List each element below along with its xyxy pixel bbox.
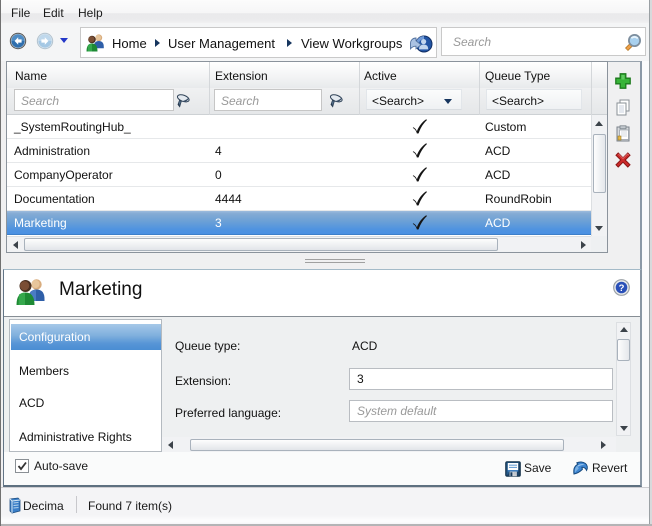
svg-text:?: ? (619, 283, 625, 294)
